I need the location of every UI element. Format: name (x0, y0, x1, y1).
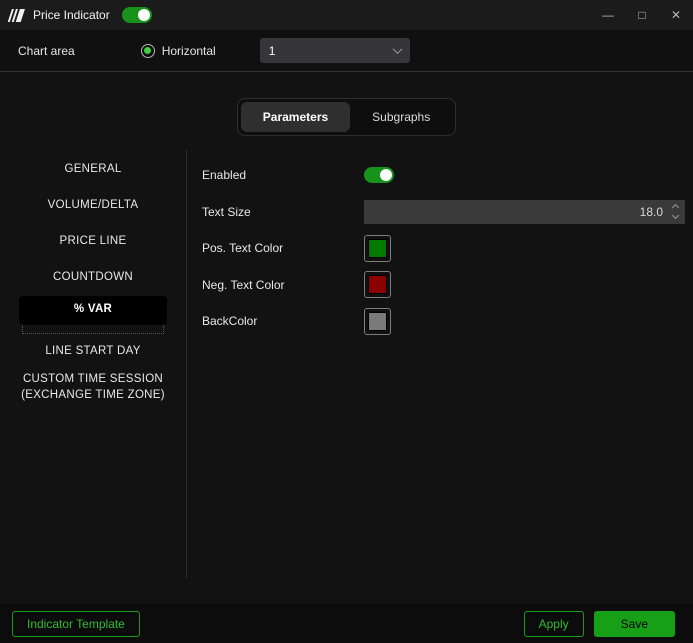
tab-bar: Parameters Subgraphs (0, 72, 693, 136)
chart-area-toolbar: Chart area Horizontal 1 (0, 30, 693, 72)
setting-row-pos-text-color: Pos. Text Color (202, 230, 693, 267)
horizontal-radio-icon[interactable] (140, 43, 155, 58)
window-title: Price Indicator (33, 8, 110, 22)
sidebar-item-custom-time-session[interactable]: CUSTOM TIME SESSION (EXCHANGE TIME ZONE) (0, 370, 186, 406)
tab-group: Parameters Subgraphs (236, 98, 457, 136)
sidebar-item-price-line[interactable]: PRICE LINE (0, 224, 186, 260)
sidebar-divider (186, 150, 187, 578)
sidebar-item-general[interactable]: GENERAL (0, 152, 186, 188)
text-size-field (364, 199, 685, 224)
setting-row-enabled: Enabled (202, 157, 693, 194)
price-indicator-window: Price Indicator — □ ✕ Chart area Horizon… (0, 0, 693, 643)
text-size-label: Text Size (202, 204, 251, 219)
sidebar-item-label: PRICE LINE (59, 235, 127, 248)
sidebar-item-label: % VAR (19, 296, 167, 325)
horizontal-radio-group[interactable]: Horizontal (140, 43, 216, 58)
neg-text-color-label: Neg. Text Color (202, 277, 285, 292)
neg-text-color-swatch[interactable] (364, 271, 391, 299)
sidebar-item-label: VOLUME/DELTA (47, 199, 139, 212)
backcolor-swatch[interactable] (364, 307, 391, 335)
app-logo-icon (7, 8, 26, 22)
tab-parameters[interactable]: Parameters (240, 102, 351, 132)
toggle-knob (137, 9, 150, 21)
maximize-button[interactable]: □ (625, 0, 659, 30)
sidebar-item-label: LINE START DAY (45, 344, 141, 357)
sidebar-item-percent-var[interactable]: % VAR (0, 296, 186, 334)
color-chip (368, 275, 387, 295)
pos-text-color-swatch[interactable] (364, 234, 391, 262)
chevron-up-icon (671, 204, 679, 212)
setting-row-neg-text-color: Neg. Text Color (202, 267, 693, 304)
minimize-button[interactable]: — (591, 0, 625, 30)
sidebar-menu: GENERAL VOLUME/DELTA PRICE LINE COUNTDOWN % … (0, 152, 186, 406)
chart-number-dropdown[interactable]: 1 (259, 38, 410, 63)
text-size-input[interactable] (364, 199, 669, 224)
color-chip (368, 311, 387, 331)
toggle-knob (380, 169, 392, 182)
save-button[interactable]: Save (593, 610, 675, 637)
focus-indicator (22, 324, 164, 334)
title-bar: Price Indicator — □ ✕ (0, 0, 693, 30)
setting-row-backcolor: BackColor (202, 303, 693, 340)
main-area: Parameters Subgraphs GENERAL VOLUME/DELTA… (0, 72, 693, 604)
color-chip (368, 238, 387, 258)
footer-bar: Indicator Template Apply Save (0, 604, 693, 643)
horizontal-radio-label: Horizontal (161, 43, 216, 58)
setting-row-text-size: Text Size (202, 194, 693, 231)
sidebar-item-label: GENERAL (64, 163, 122, 176)
enabled-toggle[interactable] (364, 167, 394, 184)
chevron-down-icon (392, 44, 403, 55)
window-controls: — □ ✕ (591, 0, 693, 30)
indicator-enabled-toggle[interactable] (121, 7, 152, 23)
sidebar-item-countdown[interactable]: COUNTDOWN (0, 260, 186, 296)
enabled-label: Enabled (202, 168, 247, 183)
chart-area-label: Chart area (18, 43, 75, 58)
sidebar-item-label: CUSTOM TIME SESSION (EXCHANGE TIME ZONE) (21, 373, 165, 401)
settings-panel: Enabled Text Size Pos. Text Color (186, 152, 693, 340)
sidebar-item-volume-delta[interactable]: VOLUME/DELTA (0, 188, 186, 224)
pos-text-color-label: Pos. Text Color (202, 241, 284, 256)
backcolor-label: BackColor (202, 314, 258, 329)
content-row: GENERAL VOLUME/DELTA PRICE LINE COUNTDOWN % … (0, 152, 693, 406)
close-button[interactable]: ✕ (659, 0, 693, 30)
chart-number-value: 1 (268, 43, 276, 58)
radio-dot (144, 47, 152, 54)
sidebar-item-line-start-day[interactable]: LINE START DAY (0, 334, 186, 370)
chevron-down-icon (671, 212, 679, 220)
indicator-template-button[interactable]: Indicator Template (12, 610, 140, 637)
tab-subgraphs[interactable]: Subgraphs (350, 102, 452, 132)
text-size-stepper[interactable] (669, 200, 685, 224)
sidebar-item-label: COUNTDOWN (53, 271, 133, 284)
apply-button[interactable]: Apply (523, 610, 584, 637)
